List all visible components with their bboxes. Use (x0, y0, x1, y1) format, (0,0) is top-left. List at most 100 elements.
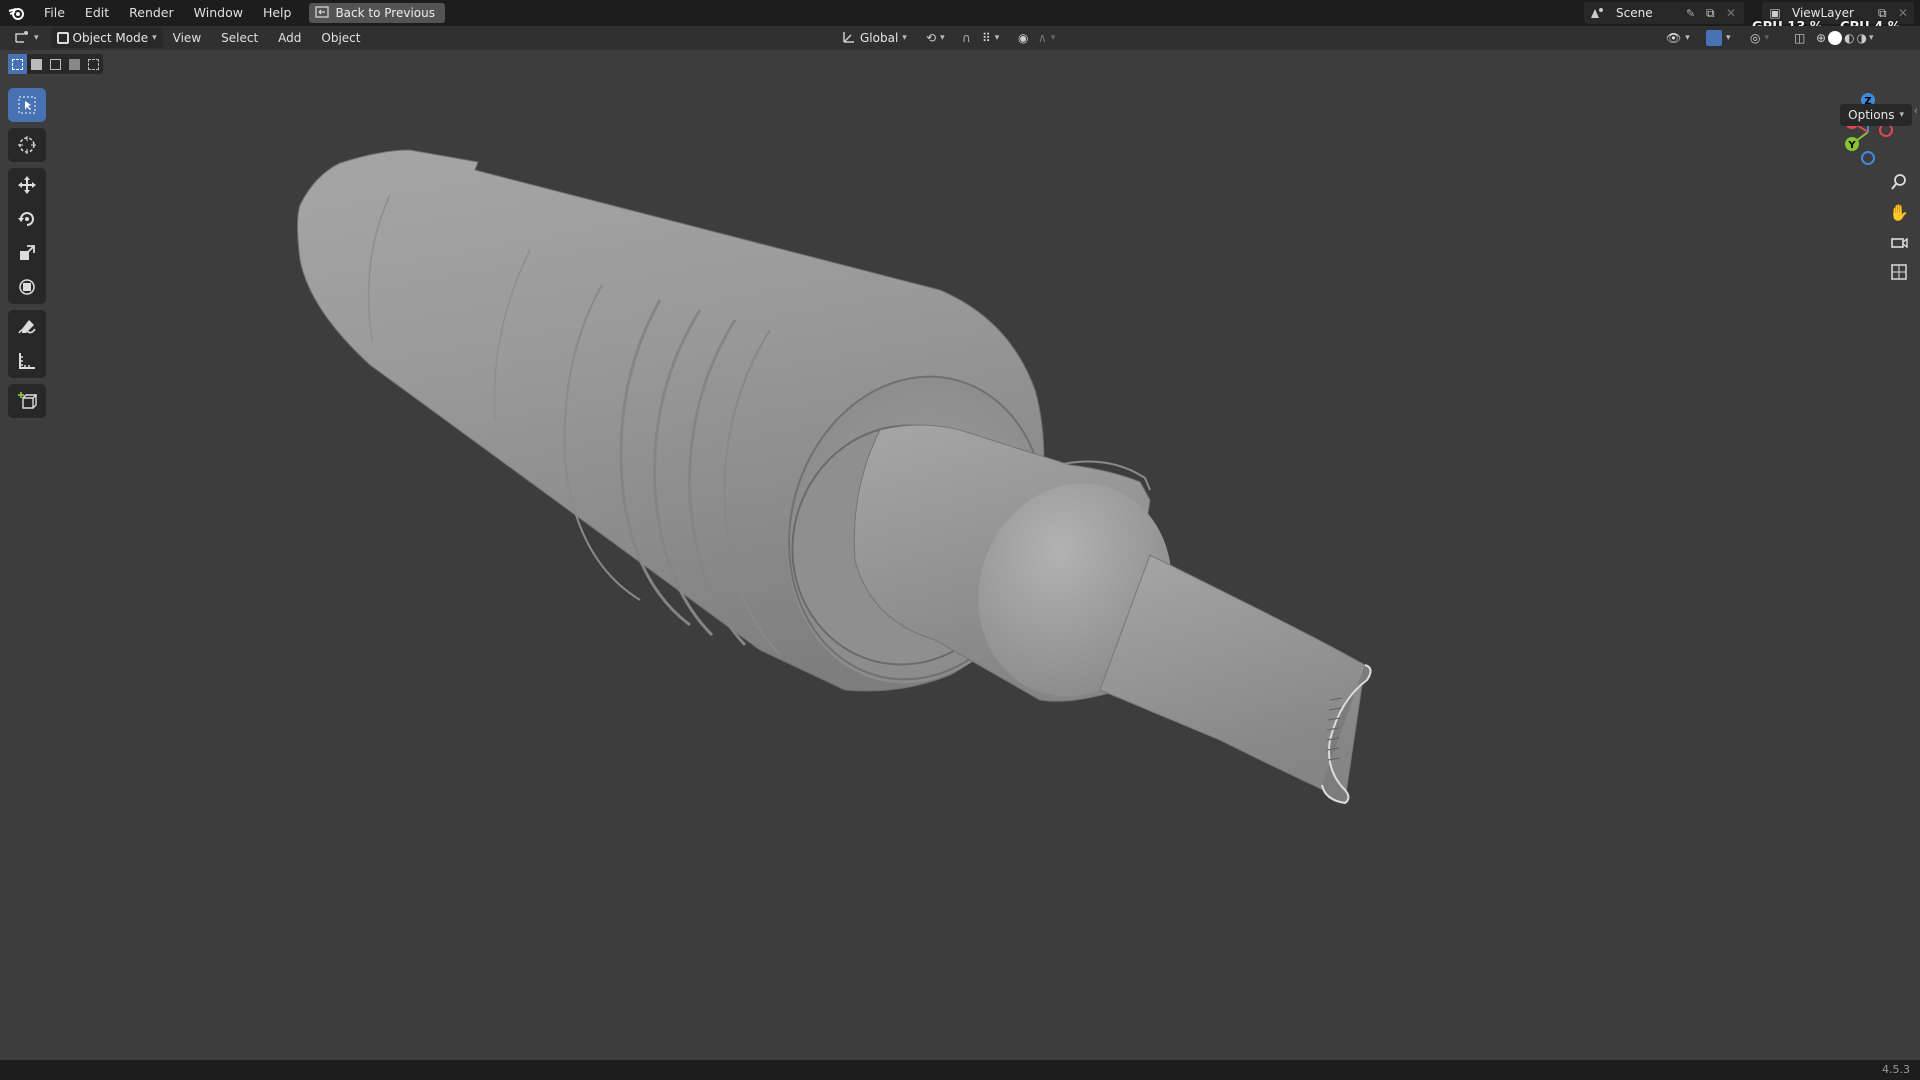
object-mode-dropdown[interactable]: Object Mode ▾ (50, 28, 163, 48)
visibility-dropdown[interactable]: 👁 ▾ (1660, 28, 1696, 48)
annotate-icon (18, 320, 36, 334)
falloff-dropdown[interactable]: ∧ ▾ (1032, 28, 1061, 48)
pan-hand-icon[interactable]: ✋ (1886, 199, 1912, 225)
neg-z-axis-icon[interactable] (1861, 151, 1875, 165)
select-intersect-icon[interactable] (84, 54, 103, 74)
menu-object[interactable]: Object (311, 26, 370, 50)
sidebar-toggle-icon[interactable]: ‹ (1914, 104, 1918, 117)
tool-group-add (8, 384, 46, 418)
chevron-down-icon: ▾ (1764, 33, 1770, 43)
chevron-down-icon: ▾ (994, 33, 1000, 43)
falloff-icon: ∧ (1038, 31, 1047, 45)
chevron-down-icon: ▾ (1050, 33, 1056, 43)
xray-icon: ◫ (1794, 31, 1806, 45)
options-dropdown[interactable]: Options ▾ (1840, 104, 1912, 126)
new-scene-icon[interactable]: ⧉ (1706, 6, 1726, 21)
rotate-tool[interactable] (8, 202, 46, 236)
add-cube-tool[interactable] (8, 384, 46, 418)
annotate-tool[interactable] (8, 310, 46, 344)
view-layer-name: ViewLayer (1792, 6, 1854, 20)
overlays-toggle[interactable]: ◎ ▾ (1744, 28, 1775, 48)
editor-type-selector[interactable]: ▾ (8, 28, 45, 48)
status-bar: 4.5.3 (0, 1060, 1920, 1080)
delete-view-layer-icon[interactable]: ✕ (1898, 6, 1914, 20)
menu-view[interactable]: View (163, 26, 211, 50)
select-invert-icon[interactable] (65, 54, 84, 74)
tool-shelf (8, 88, 46, 424)
wireframe-shading-icon[interactable]: ⊕ (1816, 31, 1826, 45)
back-to-previous-label: Back to Previous (335, 6, 435, 20)
add-cube-icon (18, 392, 37, 409)
3d-viewport-icon (14, 30, 30, 47)
select-new-icon[interactable] (8, 54, 27, 74)
tool-group-transform (8, 168, 46, 304)
rendered-shading-icon[interactable]: ◑ (1857, 31, 1867, 45)
delete-scene-icon[interactable]: ✕ (1726, 6, 1744, 20)
measure-icon (19, 353, 35, 369)
move-icon (18, 176, 36, 194)
magnet-icon: ∩ (962, 31, 971, 45)
select-box-icon (18, 96, 36, 114)
cursor-tool[interactable] (8, 128, 46, 162)
pivot-icon: ⟲ (926, 31, 937, 45)
transform-tool[interactable] (8, 270, 46, 304)
3d-viewport[interactable]: Z X Y Options ▾ ✋ (0, 50, 1920, 1060)
proportional-editing-icon: ◉ (1018, 31, 1029, 45)
orthographic-toggle-icon[interactable] (1886, 259, 1912, 285)
menu-window[interactable]: Window (184, 0, 253, 26)
zoom-icon[interactable] (1886, 169, 1912, 195)
chevron-down-icon: ▾ (34, 33, 39, 43)
measure-tool[interactable] (8, 344, 46, 378)
object-mode-label: Object Mode (72, 31, 149, 45)
viewport-header: ▾ Object Mode ▾ View Select Add Object G… (0, 26, 1920, 50)
shading-modes: ⊕ ◐ ◑ ▾ (1810, 28, 1880, 48)
select-box-tool[interactable] (8, 88, 46, 122)
eye-icon: 👁 (1666, 31, 1682, 45)
tool-group-select (8, 88, 46, 122)
orientation-icon (842, 30, 856, 47)
scene-icon (1584, 6, 1610, 20)
scale-tool[interactable] (8, 236, 46, 270)
select-extend-icon[interactable] (27, 54, 46, 74)
scene-selector[interactable]: Scene ✎ ⧉ ✕ (1584, 2, 1744, 24)
gizmo-toggle[interactable]: ▾ (1700, 28, 1737, 48)
gizmo-icon (1706, 30, 1722, 46)
move-tool[interactable] (8, 168, 46, 202)
object-mode-icon (56, 32, 69, 44)
selection-mode-group (8, 54, 103, 74)
menu-edit[interactable]: Edit (75, 0, 119, 26)
snap-target-dropdown[interactable]: ⠿ ▾ (976, 28, 1005, 48)
chevron-down-icon: ▾ (1685, 33, 1690, 43)
back-icon (315, 5, 330, 21)
view-layer-icon: ▣ (1769, 6, 1781, 20)
chevron-down-icon: ▾ (1726, 33, 1731, 43)
xray-toggle[interactable]: ◫ (1788, 28, 1811, 48)
camera-view-icon[interactable] (1886, 229, 1912, 255)
tool-group-annotate (8, 310, 46, 378)
transform-orientation-dropdown[interactable]: Global ▾ (836, 28, 913, 48)
tool-group-cursor (8, 128, 46, 162)
pin-icon[interactable]: ✎ (1686, 7, 1706, 20)
chevron-down-icon: ▾ (902, 33, 907, 43)
menu-add[interactable]: Add (268, 26, 311, 50)
blender-logo-icon[interactable] (0, 0, 34, 26)
menu-render[interactable]: Render (119, 0, 184, 26)
select-subtract-icon[interactable] (46, 54, 65, 74)
menu-help[interactable]: Help (253, 0, 302, 26)
chevron-down-icon[interactable]: ▾ (1869, 33, 1874, 43)
scale-icon (20, 245, 35, 260)
snap-toggle[interactable]: ∩ (956, 28, 977, 48)
transform-icon (19, 279, 35, 295)
overlays-icon: ◎ (1750, 31, 1761, 45)
menu-file[interactable]: File (34, 0, 75, 26)
version-label: 4.5.3 (1882, 1063, 1910, 1076)
menu-select[interactable]: Select (211, 26, 268, 50)
orientation-label: Global (860, 31, 899, 45)
snap-grid-icon: ⠿ (982, 31, 991, 45)
muffler-mesh[interactable] (0, 50, 1920, 1060)
new-view-layer-icon[interactable]: ⧉ (1878, 6, 1898, 21)
pivot-point-dropdown[interactable]: ⟲ ▾ (920, 28, 951, 48)
material-shading-icon[interactable]: ◐ (1844, 31, 1854, 45)
solid-shading-icon[interactable] (1828, 31, 1843, 45)
back-to-previous-button[interactable]: Back to Previous (309, 3, 445, 23)
